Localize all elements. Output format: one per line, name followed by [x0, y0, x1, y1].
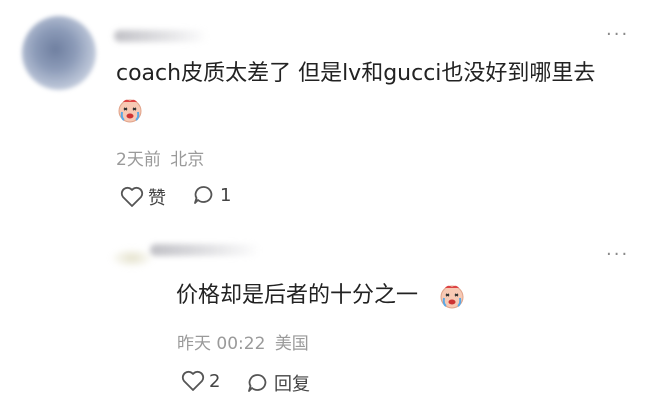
comment-reply-button[interactable]: 1 [192, 184, 231, 206]
comment-text: coach皮质太差了 但是lv和gucci也没好到哪里去 [116, 61, 596, 86]
comment-username-blurred[interactable] [114, 30, 208, 42]
reply-text: 价格却是后者的十分之一 [176, 283, 419, 308]
crying-face-emoji-icon [440, 285, 464, 309]
reply-reply-button[interactable]: 回复 [246, 370, 310, 396]
reply-avatar[interactable] [110, 248, 154, 268]
comment-bubble-icon [246, 372, 270, 394]
reply-more-options-icon[interactable]: ··· [606, 246, 629, 264]
reply-location: 美国 [274, 334, 309, 354]
reply-username-blurred[interactable] [150, 244, 260, 256]
crying-face-emoji-icon [118, 99, 142, 123]
heart-icon [120, 186, 144, 208]
reply-meta: 昨天 00:22 美国 [177, 329, 309, 354]
comment-like-button[interactable]: 赞 [120, 184, 166, 210]
comment-meta: 2天前 北京 [116, 145, 204, 170]
reply-time: 昨天 00:22 [177, 334, 266, 354]
comment-bubble-icon [192, 184, 216, 206]
reply-label: 回复 [274, 374, 310, 395]
heart-icon [181, 370, 205, 392]
reply-count: 1 [220, 184, 232, 206]
reply-like-button[interactable]: 2 [181, 370, 220, 392]
comment-time: 2天前 [116, 150, 161, 170]
like-count: 2 [209, 370, 221, 392]
comment-location: 北京 [170, 150, 205, 170]
comment-avatar[interactable] [22, 16, 96, 90]
more-options-icon[interactable]: ··· [606, 26, 629, 44]
like-label: 赞 [148, 188, 166, 209]
